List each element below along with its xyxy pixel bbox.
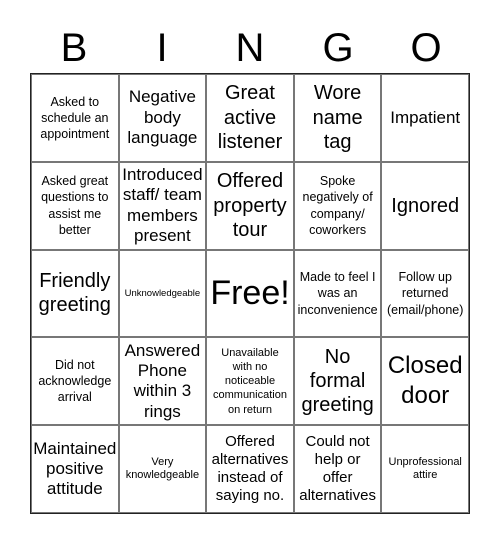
bingo-cell[interactable]: Asked great questions to assist me bette… xyxy=(31,161,119,250)
bingo-cell[interactable]: Great active listener xyxy=(206,74,294,162)
bingo-cell[interactable]: Offered property tour xyxy=(206,161,294,250)
bingo-cell[interactable]: Closed door xyxy=(381,337,469,426)
bingo-cell[interactable]: Did not acknowledge arrival xyxy=(31,337,119,426)
header-letter-g: G xyxy=(322,26,354,70)
bingo-cell[interactable]: No formal greeting xyxy=(293,337,382,426)
bingo-cell[interactable]: Unprofessional attire xyxy=(381,425,469,513)
bingo-cell[interactable]: Unavailable with no noticeable communica… xyxy=(206,337,294,426)
bingo-cell[interactable]: Maintained positive attitude xyxy=(31,425,119,513)
bingo-cell[interactable]: Negative body language xyxy=(118,74,207,162)
bingo-cell[interactable]: Follow up returned (email/phone) xyxy=(381,249,469,338)
bingo-cell[interactable]: Introduced staff/ team members present xyxy=(118,161,207,250)
bingo-header: B I N G O xyxy=(30,22,470,74)
bingo-cell[interactable]: Made to feel I was an inconvenience xyxy=(293,249,382,338)
header-letter-n: N xyxy=(235,26,265,70)
bingo-cell[interactable]: Could not help or offer alternatives xyxy=(293,425,382,513)
header-letter-i: I xyxy=(156,26,168,70)
free-space: Free! xyxy=(206,249,294,338)
bingo-cell[interactable]: Impatient xyxy=(381,74,469,162)
bingo-cell[interactable]: Spoke negatively of company/ coworkers xyxy=(293,161,382,250)
bingo-cell[interactable]: Ignored xyxy=(381,161,469,250)
bingo-cell[interactable]: Asked to schedule an appointment xyxy=(31,74,119,162)
header-letter-b: B xyxy=(60,26,88,70)
header-letter-o: O xyxy=(410,26,442,70)
bingo-cell[interactable]: Friendly greeting xyxy=(31,249,119,338)
bingo-card: Asked to schedule an appointment Negativ… xyxy=(30,73,470,514)
bingo-cell[interactable]: Unknowledgeable xyxy=(118,249,207,338)
bingo-cell[interactable]: Very knowledgeable xyxy=(118,425,207,513)
bingo-cell[interactable]: Answered Phone within 3 rings xyxy=(118,337,207,426)
bingo-cell[interactable]: Offered alternatives instead of saying n… xyxy=(206,425,294,513)
bingo-cell[interactable]: Wore name tag xyxy=(293,74,382,162)
